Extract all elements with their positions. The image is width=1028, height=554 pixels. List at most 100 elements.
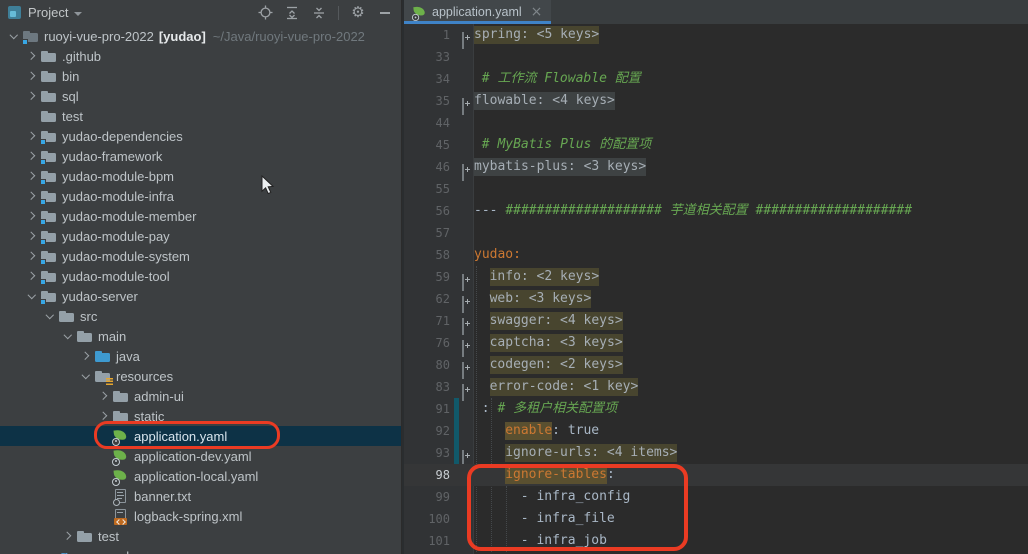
code-text[interactable]: : # 多租户相关配置项 <box>474 398 617 420</box>
editor-line-93[interactable]: 93ignore-urls: <4 items> <box>404 442 1028 464</box>
code-text[interactable]: info: <2 keys> <box>474 266 599 288</box>
tree-item-banner.txt[interactable]: banner.txt <box>0 486 401 506</box>
editor-line-57[interactable]: 57 <box>404 222 1028 244</box>
fold-expand-icon[interactable] <box>462 96 472 106</box>
code-text[interactable]: spring: <5 keys> <box>474 24 599 46</box>
editor-line-92[interactable]: 92enable: true <box>404 420 1028 442</box>
chevron-collapsed-icon[interactable] <box>27 232 35 240</box>
fold-expand-icon[interactable] <box>462 448 472 458</box>
editor-line-83[interactable]: 83error-code: <1 key> <box>404 376 1028 398</box>
chevron-collapsed-icon[interactable] <box>81 352 89 360</box>
tree-item-yudao-module-tool[interactable]: yudao-module-tool <box>0 266 401 286</box>
code-text[interactable]: flowable: <4 keys> <box>474 90 615 112</box>
fold-expand-icon[interactable] <box>462 316 472 326</box>
tree-item-yudao-server[interactable]: yudao-server <box>0 286 401 306</box>
editor-line-1[interactable]: 1spring: <5 keys> <box>404 24 1028 46</box>
tree-item-test[interactable]: test <box>0 526 401 546</box>
tree-item-yudao-module-system[interactable]: yudao-module-system <box>0 246 401 266</box>
editor-line-91[interactable]: 91: # 多租户相关配置项 <box>404 398 1028 420</box>
chevron-collapsed-icon[interactable] <box>99 392 107 400</box>
editor-line-58[interactable]: 58yudao: <box>404 244 1028 266</box>
code-text[interactable]: error-code: <1 key> <box>474 376 638 398</box>
chevron-down-icon[interactable] <box>74 12 82 16</box>
chevron-collapsed-icon[interactable] <box>27 72 35 80</box>
editor-line-44[interactable]: 44 <box>404 112 1028 134</box>
editor-line-71[interactable]: 71swagger: <4 keys> <box>404 310 1028 332</box>
chevron-expanded-icon[interactable] <box>46 311 54 319</box>
fold-expand-icon[interactable] <box>462 338 472 348</box>
editor-line-55[interactable]: 55 <box>404 178 1028 200</box>
tree-item-admin-ui[interactable]: admin-ui <box>0 386 401 406</box>
tree-item-yudao-module-member[interactable]: yudao-module-member <box>0 206 401 226</box>
editor-line-46[interactable]: 46mybatis-plus: <3 keys> <box>404 156 1028 178</box>
fold-start-icon[interactable] <box>462 206 472 216</box>
editor-line-62[interactable]: 62web: <3 keys> <box>404 288 1028 310</box>
chevron-collapsed-icon[interactable] <box>27 212 35 220</box>
fold-expand-icon[interactable] <box>462 30 472 40</box>
tree-item-yudao-framework[interactable]: yudao-framework <box>0 146 401 166</box>
editor-line-59[interactable]: 59info: <2 keys> <box>404 266 1028 288</box>
chevron-collapsed-icon[interactable] <box>27 252 35 260</box>
tree-item-yudao-module-infra[interactable]: yudao-module-infra <box>0 186 401 206</box>
tree-item-src[interactable]: src <box>0 306 401 326</box>
code-text[interactable]: # 工作流 Flowable 配置 <box>474 68 641 90</box>
hide-panel-icon[interactable] <box>377 5 393 21</box>
tree-item-java[interactable]: java <box>0 346 401 366</box>
chevron-expanded-icon[interactable] <box>10 31 18 39</box>
code-text[interactable]: --- #################### 芋道相关配置 ########… <box>474 200 912 222</box>
chevron-collapsed-icon[interactable] <box>99 412 107 420</box>
fold-expand-icon[interactable] <box>462 294 472 304</box>
fold-expand-icon[interactable] <box>462 382 472 392</box>
code-text[interactable]: web: <3 keys> <box>474 288 591 310</box>
tree-item-yudao-module-pay[interactable]: yudao-module-pay <box>0 226 401 246</box>
tree-item-sql[interactable]: sql <box>0 86 401 106</box>
code-text[interactable]: yudao: <box>474 244 521 266</box>
editor-line-56[interactable]: 56--- #################### 芋道相关配置 ######… <box>404 200 1028 222</box>
chevron-expanded-icon[interactable] <box>82 371 90 379</box>
chevron-collapsed-icon[interactable] <box>27 92 35 100</box>
chevron-collapsed-icon[interactable] <box>27 272 35 280</box>
fold-expand-icon[interactable] <box>462 360 472 370</box>
tree-item-resources[interactable]: resources <box>0 366 401 386</box>
locate-icon[interactable] <box>257 5 273 21</box>
chevron-collapsed-icon[interactable] <box>63 532 71 540</box>
tree-item-pom.xml[interactable]: mpom.xml <box>0 546 401 554</box>
chevron-collapsed-icon[interactable] <box>27 52 35 60</box>
tree-item-logback-spring.xml[interactable]: logback-spring.xml <box>0 506 401 526</box>
chevron-collapsed-icon[interactable] <box>27 132 35 140</box>
fold-expand-icon[interactable] <box>462 272 472 282</box>
chevron-collapsed-icon[interactable] <box>27 152 35 160</box>
chevron-collapsed-icon[interactable] <box>27 172 35 180</box>
tree-item-application-local.yaml[interactable]: application-local.yaml <box>0 466 401 486</box>
editor-line-33[interactable]: 33 <box>404 46 1028 68</box>
expand-all-icon[interactable] <box>284 5 300 21</box>
code-text[interactable]: # MyBatis Plus 的配置项 <box>474 134 651 156</box>
tree-item-bin[interactable]: bin <box>0 66 401 86</box>
tree-item-.github[interactable]: .github <box>0 46 401 66</box>
code-text[interactable]: captcha: <3 keys> <box>474 332 623 354</box>
fold-expand-icon[interactable] <box>462 162 472 172</box>
chevron-expanded-icon[interactable] <box>64 331 72 339</box>
tree-item-ruoyi-vue-pro-2022[interactable]: ruoyi-vue-pro-2022[yudao]~/Java/ruoyi-vu… <box>0 26 401 46</box>
tree-item-yudao-module-bpm[interactable]: yudao-module-bpm <box>0 166 401 186</box>
editor-line-80[interactable]: 80codegen: <2 keys> <box>404 354 1028 376</box>
editor-line-34[interactable]: 34# 工作流 Flowable 配置 <box>404 68 1028 90</box>
code-text[interactable]: codegen: <2 keys> <box>474 354 623 376</box>
tree-item-application-dev.yaml[interactable]: application-dev.yaml <box>0 446 401 466</box>
fold-collapse-icon[interactable] <box>462 250 472 260</box>
tree-item-main[interactable]: main <box>0 326 401 346</box>
chevron-expanded-icon[interactable] <box>28 291 36 299</box>
editor-line-76[interactable]: 76captcha: <3 keys> <box>404 332 1028 354</box>
tree-item-test[interactable]: test <box>0 106 401 126</box>
code-text[interactable]: swagger: <4 keys> <box>474 310 623 332</box>
chevron-collapsed-icon[interactable] <box>27 192 35 200</box>
editor-line-45[interactable]: 45# MyBatis Plus 的配置项 <box>404 134 1028 156</box>
collapse-all-icon[interactable] <box>311 5 327 21</box>
tab-application-yaml[interactable]: application.yaml × <box>404 0 551 24</box>
tree-item-yudao-dependencies[interactable]: yudao-dependencies <box>0 126 401 146</box>
close-icon[interactable]: × <box>531 5 543 19</box>
settings-icon[interactable]: ⚙ <box>350 5 366 21</box>
fold-end-icon[interactable] <box>462 184 472 194</box>
editor-line-35[interactable]: 35flowable: <4 keys> <box>404 90 1028 112</box>
code-text[interactable]: enable: true <box>474 420 599 442</box>
